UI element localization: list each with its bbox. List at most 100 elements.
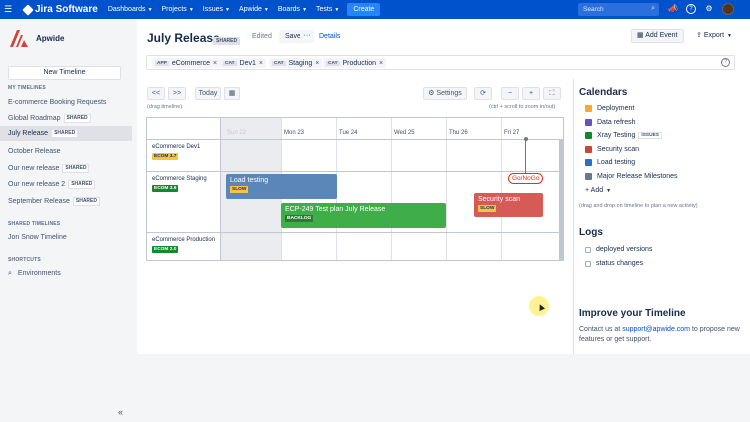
chevron-down-icon: ▼ [188,7,194,13]
search-icon: ⌕ [651,5,655,12]
filter-chip-staging[interactable]: CAT Staging × [269,58,323,68]
shared-timelines-title: SHARED TIMELINES [8,221,61,227]
row-label-staging: eCommerce Staging ECOM 3.6 [147,172,221,232]
close-icon[interactable]: × [213,60,217,67]
details-link[interactable]: Details [319,33,340,40]
calendar-item-load-testing[interactable]: Load testing [585,156,635,168]
shared-badge: SHARED [51,129,79,138]
sidebar-item-our-new-release-2[interactable]: Our new release 2 SHARED [0,177,132,192]
sidebar-item-our-new-release[interactable]: Our new release SHARED [0,161,132,176]
refresh-icon[interactable]: ⟳ [474,87,492,100]
chevron-down-icon: ▼ [225,7,230,13]
row-label-production: eCommerce Production ECOM 2.0 [147,233,221,260]
checkbox[interactable] [585,260,591,267]
checkbox[interactable] [585,246,591,253]
event-ecp-249[interactable]: ECP-249 Test plan July Release BACKLOG [281,203,446,228]
main-content: July Release SHARED Edited Save ··· Deta… [137,19,750,354]
filter-bar[interactable]: APP eCommerce × CAT Dev1 × CAT Staging × CAT Pr… [146,55,735,70]
add-event-button[interactable]: ▦ Add Event [631,29,684,43]
version-badge[interactable]: ECOM 3.6 [152,185,179,192]
row-label-dev1: eCommerce Dev1 ECOM 3.7 [147,140,221,171]
sidebar-item-july-release[interactable]: July Release SHARED [0,126,132,141]
jira-logo[interactable]: Jira Software [22,3,98,16]
gear-icon[interactable]: ⚙ [704,4,714,14]
day-header: Fri 27 [504,130,520,136]
event-load-testing[interactable]: Load testing SLOW [226,174,337,199]
menu-projects[interactable]: Projects ▼ [162,6,194,13]
sidebar-item-global-roadmap[interactable]: Global Roadmap SHARED [0,111,132,126]
color-swatch [585,172,592,180]
chevron-down-icon: ▼ [302,7,308,13]
close-icon[interactable]: × [259,60,263,67]
menu-apwide[interactable]: Apwide ▼ [239,6,269,13]
calendar-icon: ▦ [637,32,646,39]
issues-badge: ISSUES [638,131,662,139]
today-button[interactable]: Today [195,87,221,100]
log-deployed-versions[interactable]: deployed versions [585,246,652,253]
search-input[interactable]: Search ⌕ [578,3,659,16]
filter-chip-production[interactable]: CAT Production × [323,58,387,68]
version-badge[interactable]: ECOM 3.7 [152,153,179,160]
sidebar-item-ecommerce-booking[interactable]: E-commerce Booking Requests [0,95,132,110]
zoom-hint: (ctrl + scroll to zoom in/out) [489,104,556,110]
calendar-item-xray-testing[interactable]: Xray Testing ISSUES [585,129,662,141]
chevron-down-icon: ▼ [147,7,153,13]
milestone-go-nogo[interactable]: Go/NoGo [508,173,544,184]
close-icon[interactable]: × [379,60,383,67]
shared-badge: SHARED [68,180,96,189]
color-swatch [585,145,592,153]
my-timelines-title: MY TIMELINES [8,85,46,91]
sidebar-item-jon-snow[interactable]: Jon Snow Timeline [0,230,132,245]
calendar-item-major-release[interactable]: Major Release Milestones [585,170,678,182]
add-calendar-button[interactable]: + Add ▼ [585,187,611,194]
calendar-picker-icon[interactable]: ▦ [224,87,240,100]
brand-name: Apwide [36,33,65,43]
zoom-out-icon[interactable]: − [501,87,519,100]
support-email-link[interactable]: support@apwide.com [622,326,690,333]
menu-dashboards[interactable]: Dashboards ▼ [108,6,153,13]
sidebar-item-environments[interactable]: ⌕ Environments [0,266,132,281]
help-icon[interactable]: ? [686,4,696,14]
log-status-changes[interactable]: status changes [585,260,643,267]
new-timeline-button[interactable]: New Timeline [8,66,121,80]
help-icon[interactable]: ? [721,58,730,67]
collapse-sidebar-icon[interactable]: « [118,407,123,417]
sidebar-item-september-release[interactable]: September Release SHARED [0,194,132,209]
shared-badge: SHARED [72,197,100,206]
more-options-button[interactable]: ··· [300,30,314,43]
logs-title: Logs [579,227,603,238]
megaphone-icon[interactable]: 📣 [668,4,678,14]
timeline-grid[interactable]: Sun 22 Mon 23 Tue 24 Wed 25 Thu 26 Fri 2… [146,117,564,261]
create-button[interactable]: Create [347,3,381,16]
calendar-item-data-refresh[interactable]: Data refresh [585,116,636,128]
menu-issues[interactable]: Issues ▼ [203,6,230,13]
filter-chip-app[interactable]: APP eCommerce × [152,58,221,68]
calendar-item-security-scan[interactable]: Security scan [585,143,639,155]
fullscreen-icon[interactable]: ⛶ [543,87,561,100]
color-swatch [585,104,592,112]
sidebar-item-october-release[interactable]: October Release [0,144,132,159]
app-switcher-icon[interactable]: ☰ [0,0,16,19]
zoom-in-icon[interactable]: + [522,87,540,100]
menu-tests[interactable]: Tests ▼ [316,6,339,13]
calendar-item-deployment[interactable]: Deployment [585,102,634,114]
prev-button[interactable]: << [147,87,165,100]
chevron-down-icon: ▼ [263,7,269,13]
jira-diamond-icon [22,3,34,16]
chevron-down-icon: ▼ [334,7,340,13]
version-badge[interactable]: ECOM 2.0 [152,246,179,253]
right-panel: Calendars Deployment Data refresh Xray T… [573,79,750,354]
day-header: Wed 25 [394,130,415,136]
filter-chip-dev1[interactable]: CAT Dev1 × [220,58,266,68]
event-security-scan[interactable]: Security scan SLOW [474,193,543,217]
settings-button[interactable]: ⚙ Settings [423,87,467,100]
chevron-down-icon: ▼ [606,188,612,194]
next-button[interactable]: >> [168,87,186,100]
avatar[interactable] [722,3,734,15]
menu-boards[interactable]: Boards ▼ [278,6,307,13]
close-icon[interactable]: × [315,60,319,67]
day-header: Mon 23 [284,130,305,136]
export-button[interactable]: ⇪ Export ▼ [692,29,736,43]
status-badge: SLOW [230,186,249,193]
timeline-scrollbar[interactable] [559,139,563,260]
